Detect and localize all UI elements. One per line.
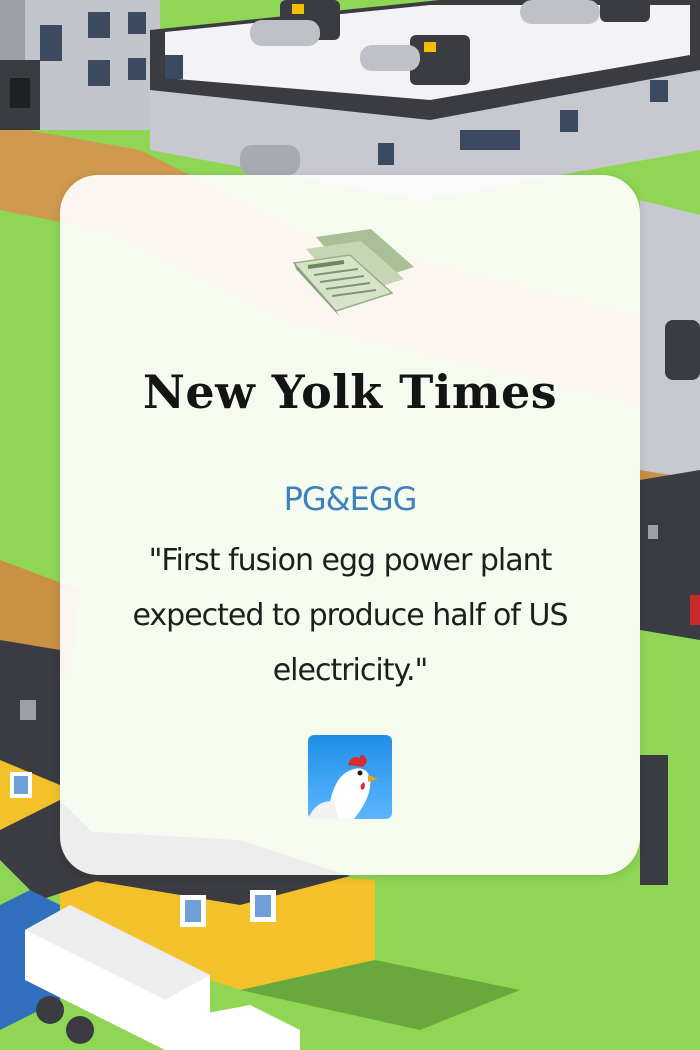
news-card: New Yolk Times PG&EGG "First fusion egg … <box>60 175 640 875</box>
news-headline: "First fusion egg power plant expected t… <box>132 543 568 688</box>
newspaper-icon <box>292 229 414 317</box>
company-name: PG&EGG <box>283 480 418 518</box>
tower-post <box>640 755 668 885</box>
gray-building <box>0 0 160 130</box>
side-building <box>640 200 700 640</box>
chicken-app-icon[interactable] <box>308 735 392 819</box>
newspaper-masthead: New Yolk Times <box>142 365 558 419</box>
